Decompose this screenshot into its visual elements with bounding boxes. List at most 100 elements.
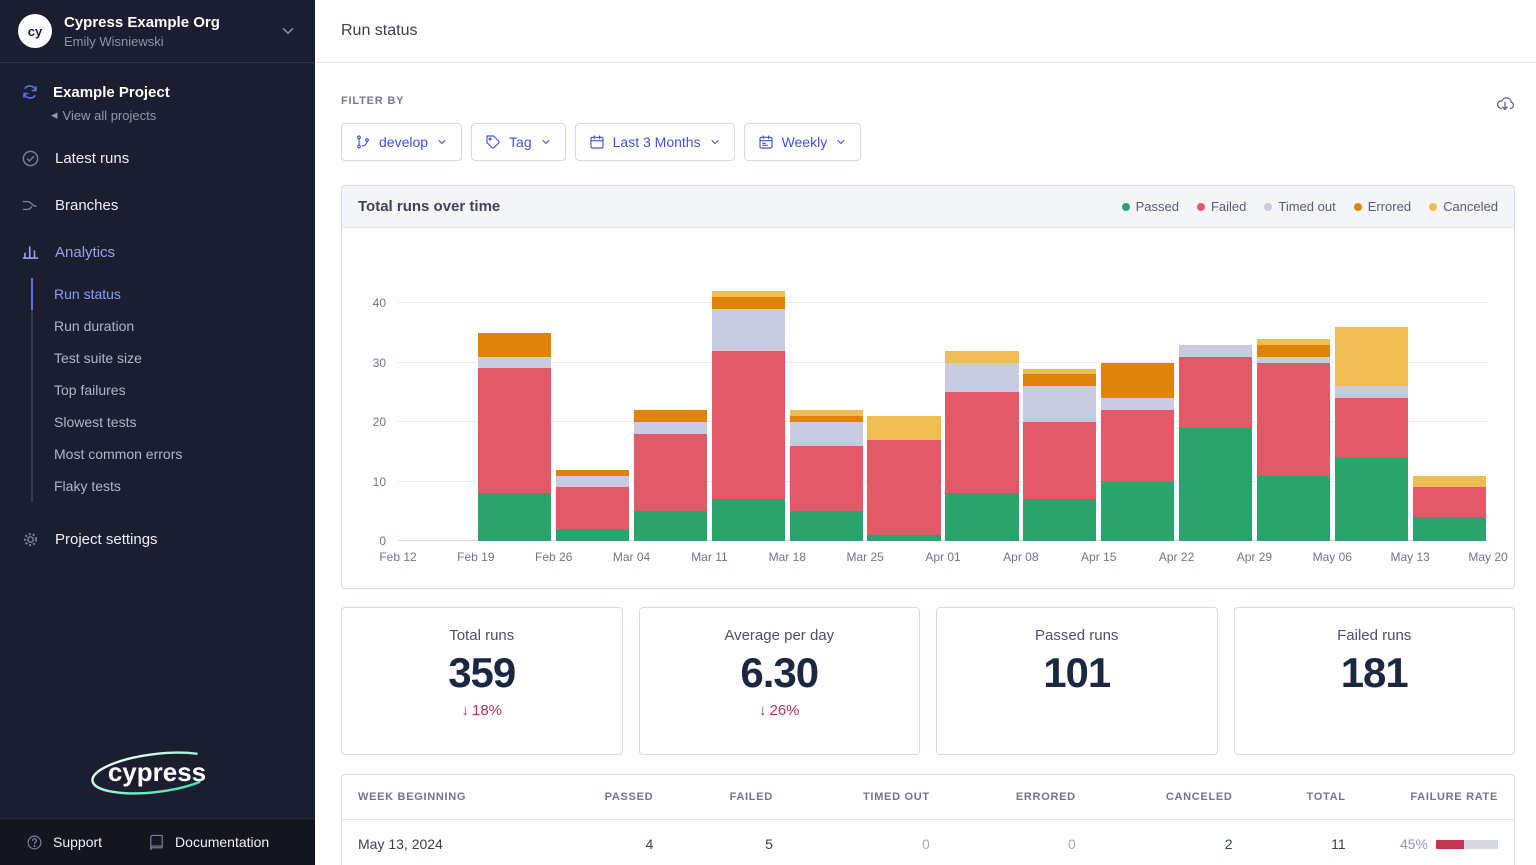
x-axis-label: Feb 19 (457, 550, 494, 564)
cypress-org-badge: cy (18, 14, 52, 48)
timed-out-segment (478, 357, 551, 369)
sidebar-item-slowest-tests[interactable]: Slowest tests (31, 406, 315, 438)
cloud-download-icon[interactable] (1495, 93, 1515, 113)
stat-value: 181 (1341, 649, 1408, 697)
passed-segment (1101, 482, 1174, 542)
col-header-failed: Failed (669, 775, 789, 820)
bar-mar-11[interactable] (712, 291, 785, 541)
failed-segment (790, 446, 863, 511)
delta-value: 26% (769, 702, 799, 719)
errored-segment (1023, 374, 1096, 386)
wordmark-text: cypress (107, 757, 205, 787)
chart-legend: PassedFailedTimed outErroredCanceled (1122, 199, 1498, 214)
x-axis: Feb 12Feb 19Feb 26Mar 04Mar 11Mar 18Mar … (398, 550, 1488, 576)
passed-segment (1257, 476, 1330, 541)
org-switcher[interactable]: cy Cypress Example Org Emily Wisniewski (0, 0, 315, 63)
bar-may-06[interactable] (1335, 327, 1408, 541)
page-title: Run status (341, 22, 417, 40)
failed-segment (1335, 398, 1408, 458)
failed-segment (556, 487, 629, 529)
stat-title: Passed runs (1035, 627, 1118, 644)
sidebar-item-run-duration[interactable]: Run duration (31, 310, 315, 342)
col-header-timed-out: Timed Out (789, 775, 946, 820)
project-name-row[interactable]: Example Project (20, 83, 297, 101)
y-axis-label: 0 (360, 534, 386, 548)
filter-last-3-months-button[interactable]: Last 3 Months (575, 123, 735, 161)
x-axis-label: May 13 (1390, 550, 1429, 564)
col-header-total: Total (1249, 775, 1362, 820)
project-name: Example Project (53, 84, 170, 101)
col-header-failure-rate: Failure Rate (1362, 775, 1514, 820)
passed-segment (1023, 499, 1096, 541)
sidebar-item-label: Branches (55, 197, 118, 214)
legend-dot (1264, 203, 1272, 211)
weekly-runs-table: Week BeginningPassedFailedTimed OutError… (342, 775, 1514, 865)
bar-feb-26[interactable] (556, 470, 629, 541)
org-badge-text: cy (28, 24, 42, 39)
stat-value: 6.30 (740, 649, 818, 697)
analytics-subnav: Run statusRun durationTest suite sizeTop… (31, 278, 315, 502)
book-icon (148, 834, 165, 851)
cell-errored: 0 (946, 820, 1092, 865)
org-name: Cypress Example Org (64, 14, 220, 31)
chevron-down-icon (835, 136, 847, 148)
stat-title: Failed runs (1337, 627, 1411, 644)
gear-icon (20, 530, 40, 549)
errored-segment (712, 297, 785, 309)
cell-total: 11 (1249, 820, 1362, 865)
bar-apr-29[interactable] (1257, 339, 1330, 541)
sidebar-item-analytics[interactable]: Analytics (0, 229, 315, 276)
bar-apr-15[interactable] (1101, 363, 1174, 541)
bar-feb-19[interactable] (478, 333, 551, 541)
chevron-down-icon (709, 136, 721, 148)
bar-mar-04[interactable] (634, 410, 707, 541)
sidebar-item-top-failures[interactable]: Top failures (31, 374, 315, 406)
timed-out-segment (712, 309, 785, 351)
failed-segment (1179, 357, 1252, 428)
legend-dot (1429, 203, 1437, 211)
bar-apr-22[interactable] (1179, 345, 1252, 541)
x-axis-label: May 20 (1468, 550, 1507, 564)
support-link[interactable]: Support (26, 834, 102, 851)
sidebar-item-latest-runs[interactable]: Latest runs (0, 135, 315, 182)
passed-segment (867, 535, 940, 541)
view-all-projects-link[interactable]: ◂ View all projects (51, 107, 297, 123)
errored-segment (1257, 345, 1330, 357)
legend-item-canceled: Canceled (1429, 199, 1498, 214)
filter-tag-button[interactable]: Tag (471, 123, 566, 161)
table-row[interactable]: May 13, 2024450021145% (342, 820, 1514, 865)
documentation-link[interactable]: Documentation (148, 834, 269, 851)
sidebar-item-most-common-errors[interactable]: Most common errors (31, 438, 315, 470)
x-axis-label: Apr 22 (1159, 550, 1194, 564)
canceled-segment (1335, 327, 1408, 387)
sidebar-item-flaky-tests[interactable]: Flaky tests (31, 470, 315, 502)
sidebar: cy Cypress Example Org Emily Wisniewski … (0, 0, 315, 865)
stat-card-average-per-day: Average per day6.30↓26% (639, 607, 921, 755)
bar-may-13[interactable] (1413, 476, 1486, 541)
passed-segment (478, 493, 551, 541)
sidebar-item-test-suite-size[interactable]: Test suite size (31, 342, 315, 374)
sidebar-item-branches[interactable]: Branches (0, 182, 315, 229)
stat-card-passed-runs: Passed runs101 (936, 607, 1218, 755)
legend-item-passed: Passed (1122, 199, 1179, 214)
bar-apr-01[interactable] (945, 351, 1018, 541)
x-axis-label: May 06 (1313, 550, 1352, 564)
bar-mar-18[interactable] (790, 410, 863, 541)
chevron-down-icon (279, 22, 297, 40)
sidebar-item-run-status[interactable]: Run status (31, 278, 315, 310)
bar-slot-feb-12 (398, 256, 476, 541)
legend-item-errored: Errored (1354, 199, 1411, 214)
chevron-down-icon (540, 136, 552, 148)
bar-mar-25[interactable] (867, 416, 940, 541)
failed-segment (1413, 487, 1486, 517)
passed-segment (1413, 517, 1486, 541)
bar-slot-apr-29 (1254, 256, 1332, 541)
canceled-segment (1413, 476, 1486, 488)
x-axis-label: Feb 26 (535, 550, 572, 564)
sidebar-item-project-settings[interactable]: Project settings (0, 516, 315, 563)
filter-develop-button[interactable]: develop (341, 123, 462, 161)
filter-weekly-button[interactable]: Weekly (744, 123, 862, 161)
bar-apr-08[interactable] (1023, 369, 1096, 542)
cell-passed: 4 (541, 820, 669, 865)
errored-segment (1101, 363, 1174, 399)
